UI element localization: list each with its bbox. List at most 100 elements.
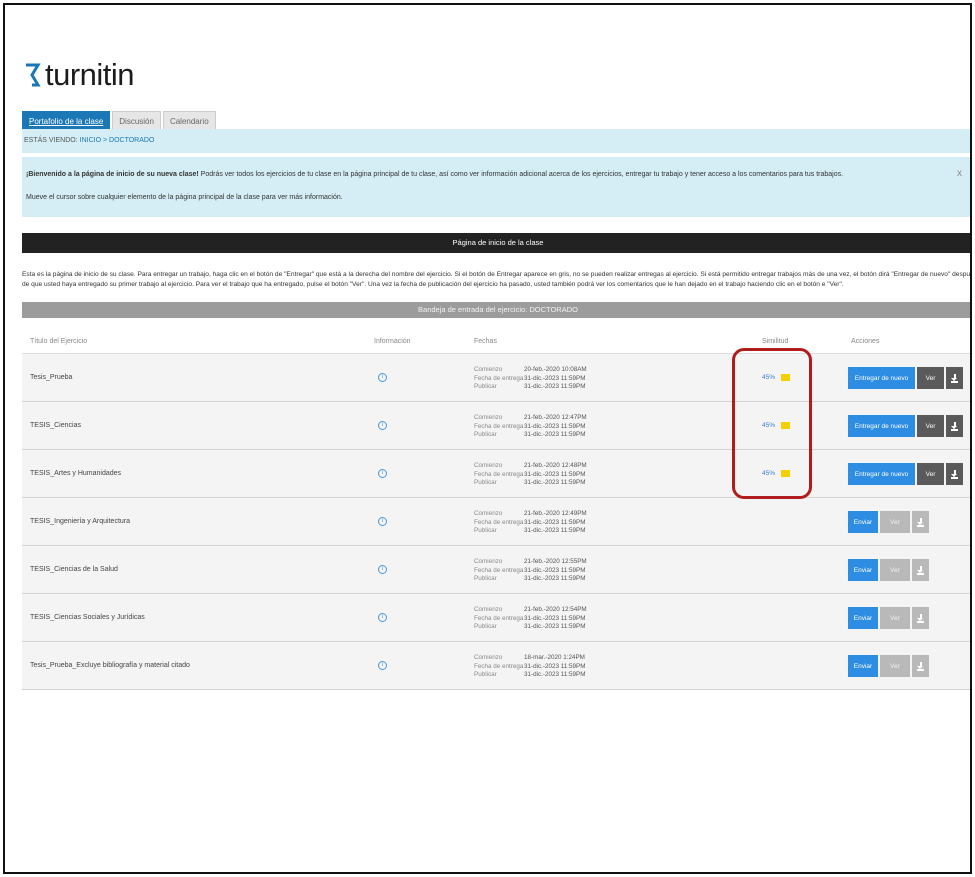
info-icon[interactable]: i xyxy=(378,613,387,622)
resubmit-button[interactable]: Entregar de nuevo xyxy=(848,463,915,485)
table-row: TESIS_Ciencias i Comienzo 21-feb.-2020 12:4… xyxy=(22,402,970,450)
due-date: 31-dic.-2023 11:59PM xyxy=(524,566,586,574)
assignment-title: TESIS_Ciencias de la Salud xyxy=(30,566,118,573)
due-label: Fecha de entrega xyxy=(474,518,524,526)
publish-date: 31-dic.-2023 11:59PM xyxy=(524,671,586,678)
intro-line-1: Esta es la página de inicio de su clase.… xyxy=(22,271,972,278)
start-date: 21-feb.-2020 12:54PM xyxy=(524,606,587,613)
start-label: Comienzo xyxy=(474,510,503,517)
welcome-text: Podrás ver todos los ejercicios de tu cl… xyxy=(198,171,844,178)
download-icon xyxy=(917,565,924,575)
info-icon[interactable]: i xyxy=(378,421,387,430)
tab-calendar[interactable]: Calendario xyxy=(162,111,216,129)
view-button[interactable]: Ver xyxy=(917,415,944,437)
start-label: Comienzo xyxy=(474,414,503,421)
download-button[interactable] xyxy=(946,415,963,437)
submit-button[interactable]: Enviar xyxy=(848,607,878,629)
turnitin-logo[interactable]: turnitin xyxy=(24,57,135,93)
view-button[interactable]: Ver xyxy=(880,655,910,677)
view-button[interactable]: Ver xyxy=(880,559,910,581)
download-button[interactable] xyxy=(912,559,929,581)
assignment-dates: Comienzo 21-feb.-2020 12:55PM Fecha de ent… xyxy=(474,558,587,584)
download-button[interactable] xyxy=(912,607,929,629)
assignment-title: TESIS_Ciencias Sociales y Jurídicas xyxy=(30,614,145,621)
publish-label: Publicar xyxy=(474,383,497,390)
due-date: 31-dic.-2023 11:59PM xyxy=(524,518,586,526)
info-icon[interactable]: i xyxy=(378,469,387,478)
download-button[interactable] xyxy=(912,511,929,533)
start-label: Comienzo xyxy=(474,606,503,613)
info-icon[interactable]: i xyxy=(378,373,387,382)
due-label: Fecha de entrega xyxy=(474,566,524,574)
due-date: 31-dic.-2023 11:59PM xyxy=(524,662,586,670)
info-icon[interactable]: i xyxy=(378,517,387,526)
view-button[interactable]: Ver xyxy=(917,367,944,389)
assignment-title: Tesis_Prueba_Excluye bibliografía y mate… xyxy=(30,662,190,669)
row-actions: Entregar de nuevo Ver xyxy=(848,415,963,437)
start-date: 21-feb.-2020 12:47PM xyxy=(524,414,587,421)
download-icon xyxy=(917,661,924,671)
publish-date: 31-dic.-2023 11:59PM xyxy=(524,527,586,534)
logo-text: turnitin xyxy=(45,57,135,92)
due-date: 31-dic.-2023 11:59PM xyxy=(524,422,586,430)
breadcrumb-path[interactable]: INICIO > DOCTORADO xyxy=(80,137,155,144)
info-icon[interactable]: i xyxy=(378,661,387,670)
publish-label: Publicar xyxy=(474,479,497,486)
tab-class-portfolio[interactable]: Portafolio de la clase xyxy=(22,111,111,129)
table-row: TESIS_Artes y Humanidades i Comienzo 21-feb… xyxy=(22,450,970,498)
assignment-inbox-bar: Bandeja de entrada del ejercicio: DOCTOR… xyxy=(22,302,970,318)
table-row: Tesis_Prueba_Excluye bibliografía y mate… xyxy=(22,642,970,690)
publish-label: Publicar xyxy=(474,671,497,678)
publish-date: 31-dic.-2023 11:59PM xyxy=(524,431,586,438)
download-button[interactable] xyxy=(912,655,929,677)
turnitin-logo-icon xyxy=(26,63,41,87)
start-label: Comienzo xyxy=(474,366,503,373)
start-label: Comienzo xyxy=(474,558,503,565)
submit-button[interactable]: Enviar xyxy=(848,655,878,677)
publish-label: Publicar xyxy=(474,431,497,438)
tab-discussion[interactable]: Discusión xyxy=(112,111,161,129)
view-button[interactable]: Ver xyxy=(880,607,910,629)
assignment-dates: Comienzo 21-feb.-2020 12:47PM Fecha de ent… xyxy=(474,414,587,440)
table-row: TESIS_Ciencias Sociales y Jurídicas i Comi… xyxy=(22,594,970,642)
row-actions: Entregar de nuevo Ver xyxy=(848,463,963,485)
download-button[interactable] xyxy=(946,463,963,485)
submit-button[interactable]: Enviar xyxy=(848,511,878,533)
intro-text: Esta es la página de inicio de su clase.… xyxy=(22,270,972,290)
due-date: 31-dic.-2023 11:59PM xyxy=(524,374,586,382)
start-date: 20-feb.-2020 10:08AM xyxy=(524,366,587,373)
row-actions: Enviar Ver xyxy=(848,559,929,581)
welcome-bold: ¡Bienvenido a la página de inicio de su … xyxy=(26,171,199,178)
screenshot-frame: turnitin Portafolio de la clase Discusió… xyxy=(3,3,972,874)
class-home-bar: Página de inicio de la clase xyxy=(22,233,970,253)
download-icon xyxy=(917,613,924,623)
start-date: 21-feb.-2020 12:48PM xyxy=(524,462,587,469)
download-icon xyxy=(951,469,958,479)
download-button[interactable] xyxy=(946,367,963,389)
col-title: Título del Ejercicio xyxy=(30,338,88,345)
start-label: Comienzo xyxy=(474,462,503,469)
start-date: 21-feb.-2020 12:55PM xyxy=(524,558,587,565)
assignment-title: TESIS_Artes y Humanidades xyxy=(30,470,122,477)
publish-date: 31-dic.-2023 11:59PM xyxy=(524,623,586,630)
resubmit-button[interactable]: Entregar de nuevo xyxy=(848,415,915,437)
due-label: Fecha de entrega xyxy=(474,614,524,622)
submit-button[interactable]: Enviar xyxy=(848,559,878,581)
info-icon[interactable]: i xyxy=(378,565,387,574)
view-button[interactable]: Ver xyxy=(880,511,910,533)
col-dates: Fechas xyxy=(474,338,497,345)
assignment-dates: Comienzo 18-mar.-2020 1:24PM Fecha de entr… xyxy=(474,654,586,680)
row-actions: Enviar Ver xyxy=(848,655,929,677)
welcome-banner: ¡Bienvenido a la página de inicio de su … xyxy=(22,157,970,217)
publish-date: 31-dic.-2023 11:59PM xyxy=(524,479,586,486)
breadcrumb: ESTÁS VIENDO: INICIO > DOCTORADO xyxy=(22,129,970,153)
due-label: Fecha de entrega xyxy=(474,662,524,670)
due-date: 31-dic.-2023 11:59PM xyxy=(524,470,586,478)
close-icon[interactable]: x xyxy=(957,168,962,179)
start-label: Comienzo xyxy=(474,654,503,661)
download-icon xyxy=(951,373,958,383)
col-actions: Acciones xyxy=(851,338,880,345)
resubmit-button[interactable]: Entregar de nuevo xyxy=(848,367,915,389)
start-date: 18-mar.-2020 1:24PM xyxy=(524,654,585,661)
view-button[interactable]: Ver xyxy=(917,463,944,485)
